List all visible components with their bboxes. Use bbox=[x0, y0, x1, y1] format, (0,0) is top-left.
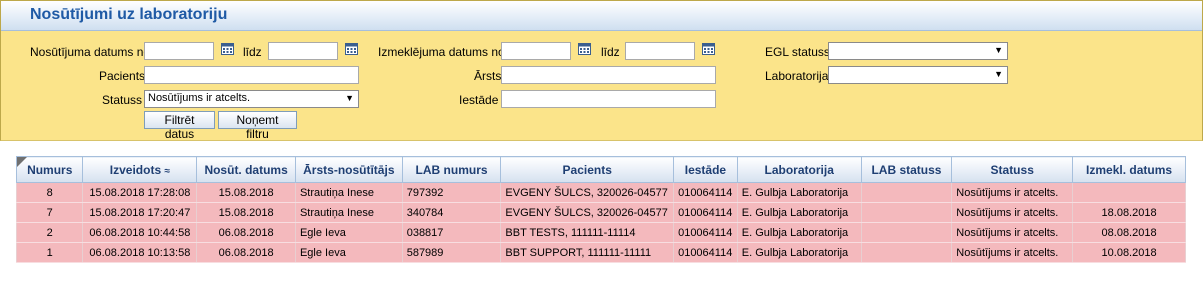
corner-marker-icon bbox=[17, 157, 27, 167]
exam-date-to-label: līdz bbox=[601, 45, 620, 59]
calendar-icon[interactable] bbox=[221, 42, 234, 55]
cell-pacients: BBT SUPPORT, 111111-11111 bbox=[500, 242, 675, 263]
cell-statuss: Nosūtījums ir atcelts. bbox=[951, 182, 1074, 203]
cell-lab-statuss bbox=[860, 182, 953, 203]
doctor-label: Ārsts bbox=[474, 69, 502, 83]
status-value: Nosūtījums ir atcelts. bbox=[148, 92, 251, 104]
table-header-row: Numurs Izveidots ≈ Nosūt. datums Ārsts-n… bbox=[15, 156, 1186, 183]
col-izmekl-datums[interactable]: Izmekl. datums bbox=[1072, 156, 1186, 183]
calendar-icon[interactable] bbox=[702, 42, 715, 55]
cell-iestade: 010064114 bbox=[673, 182, 738, 203]
cell-iestade: 010064114 bbox=[673, 202, 738, 223]
cell-izveidots: 15.08.2018 17:28:08 bbox=[82, 182, 198, 203]
page-title: Nosūtījumi uz laboratoriju bbox=[30, 6, 228, 23]
cell-arsts: Egle Ieva bbox=[294, 222, 403, 243]
cell-iestade: 010064114 bbox=[673, 222, 738, 243]
cell-statuss: Nosūtījums ir atcelts. bbox=[951, 202, 1074, 223]
referrals-table: Numurs Izveidots ≈ Nosūt. datums Ārsts-n… bbox=[15, 156, 1186, 263]
table-row[interactable]: 8 15.08.2018 17:28:08 15.08.2018 Strauti… bbox=[15, 182, 1186, 203]
cell-pacients: BBT TESTS, 111111-11114 bbox=[500, 222, 675, 243]
cell-statuss: Nosūtījums ir atcelts. bbox=[951, 222, 1074, 243]
exam-date-from-label: Izmeklējuma datums no bbox=[378, 45, 505, 59]
col-iestade[interactable]: Iestāde bbox=[673, 156, 738, 183]
calendar-icon[interactable] bbox=[578, 42, 591, 55]
table-row[interactable]: 2 06.08.2018 10:44:58 06.08.2018 Egle Ie… bbox=[15, 222, 1186, 243]
patient-input[interactable] bbox=[144, 66, 359, 84]
title-bar: Nosūtījumi uz laboratoriju bbox=[1, 1, 1202, 31]
cell-numurs: 1 bbox=[15, 242, 84, 263]
cell-lab-statuss bbox=[860, 202, 953, 223]
col-lab-statuss[interactable]: LAB statuss bbox=[860, 156, 953, 183]
cell-laboratorija: E. Gulbja Laboratorija bbox=[736, 222, 862, 243]
col-izveidots[interactable]: Izveidots ≈ bbox=[82, 156, 198, 183]
cell-numurs: 7 bbox=[15, 202, 84, 223]
status-label: Statuss bbox=[102, 93, 143, 107]
cell-iestade: 010064114 bbox=[673, 242, 738, 263]
col-lab-numurs[interactable]: LAB numurs bbox=[401, 156, 502, 183]
col-pacients[interactable]: Pacients bbox=[500, 156, 675, 183]
cell-arsts: Strautiņa Inese bbox=[294, 202, 403, 223]
sent-date-to-input[interactable] bbox=[268, 42, 338, 60]
cell-lab-numurs: 340784 bbox=[401, 202, 502, 223]
col-laboratorija[interactable]: Laboratorija bbox=[736, 156, 862, 183]
egl-status-select[interactable]: ▼ bbox=[828, 42, 1008, 60]
col-numurs[interactable]: Numurs bbox=[15, 156, 84, 183]
status-select[interactable]: Nosūtījums ir atcelts. ▼ bbox=[144, 90, 359, 108]
clear-filter-button[interactable]: Noņemt filtru bbox=[218, 111, 297, 141]
calendar-icon[interactable] bbox=[345, 42, 358, 55]
institution-label: Iestāde bbox=[459, 93, 499, 107]
cell-laboratorija: E. Gulbja Laboratorija bbox=[736, 202, 862, 223]
cell-izveidots: 15.08.2018 17:20:47 bbox=[82, 202, 198, 223]
exam-date-from-input[interactable] bbox=[501, 42, 571, 60]
cell-nosut-datums: 06.08.2018 bbox=[196, 242, 296, 263]
cell-izmekl-datums: 10.08.2018 bbox=[1072, 242, 1186, 263]
cell-arsts: Strautiņa Inese bbox=[294, 182, 403, 203]
cell-nosut-datums: 06.08.2018 bbox=[196, 222, 296, 243]
sent-date-from-label: Nosūtījuma datums no bbox=[30, 45, 151, 59]
doctor-input[interactable] bbox=[501, 66, 716, 84]
cell-nosut-datums: 15.08.2018 bbox=[196, 182, 296, 203]
col-statuss[interactable]: Statuss bbox=[951, 156, 1074, 183]
cell-izveidots: 06.08.2018 10:44:58 bbox=[82, 222, 198, 243]
cell-nosut-datums: 15.08.2018 bbox=[196, 202, 296, 223]
cell-izmekl-datums: 18.08.2018 bbox=[1072, 202, 1186, 223]
cell-statuss: Nosūtījums ir atcelts. bbox=[951, 242, 1074, 263]
cell-laboratorija: E. Gulbja Laboratorija bbox=[736, 242, 862, 263]
cell-izmekl-datums bbox=[1072, 182, 1186, 203]
sort-ascending-icon: ≈ bbox=[164, 165, 170, 177]
col-nosut-datums[interactable]: Nosūt. datums bbox=[196, 156, 296, 183]
col-arsts-nosutitajs[interactable]: Ārsts-nosūtītājs bbox=[294, 156, 403, 183]
cell-pacients: EVGENY ŠULCS, 320026-04577 bbox=[500, 182, 675, 203]
cell-lab-numurs: 038817 bbox=[401, 222, 502, 243]
sent-date-from-input[interactable] bbox=[144, 42, 214, 60]
cell-lab-numurs: 587989 bbox=[401, 242, 502, 263]
laboratory-label: Laboratorija bbox=[765, 69, 829, 83]
institution-input[interactable] bbox=[501, 90, 716, 108]
cell-lab-statuss bbox=[860, 242, 953, 263]
cell-izveidots: 06.08.2018 10:13:58 bbox=[82, 242, 198, 263]
patient-label: Pacients bbox=[99, 69, 146, 83]
laboratory-select[interactable]: ▼ bbox=[828, 66, 1008, 84]
cell-numurs: 8 bbox=[15, 182, 84, 203]
cell-lab-numurs: 797392 bbox=[401, 182, 502, 203]
sent-date-to-label: līdz bbox=[243, 45, 262, 59]
filter-panel: Nosūtījumi uz laboratoriju Nosūtījuma da… bbox=[0, 0, 1203, 141]
cell-numurs: 2 bbox=[15, 222, 84, 243]
cell-laboratorija: E. Gulbja Laboratorija bbox=[736, 182, 862, 203]
dropdown-arrow-icon: ▼ bbox=[994, 69, 1003, 79]
cell-lab-statuss bbox=[860, 222, 953, 243]
exam-date-to-input[interactable] bbox=[625, 42, 695, 60]
cell-izmekl-datums: 08.08.2018 bbox=[1072, 222, 1186, 243]
dropdown-arrow-icon: ▼ bbox=[345, 93, 354, 103]
table-row[interactable]: 1 06.08.2018 10:13:58 06.08.2018 Egle Ie… bbox=[15, 242, 1186, 263]
table-row[interactable]: 7 15.08.2018 17:20:47 15.08.2018 Strauti… bbox=[15, 202, 1186, 223]
egl-status-label: EGL statuss bbox=[765, 45, 830, 59]
dropdown-arrow-icon: ▼ bbox=[994, 45, 1003, 55]
cell-arsts: Egle Ieva bbox=[294, 242, 403, 263]
cell-pacients: EVGENY ŠULCS, 320026-04577 bbox=[500, 202, 675, 223]
filter-button[interactable]: Filtrēt datus bbox=[144, 111, 215, 141]
